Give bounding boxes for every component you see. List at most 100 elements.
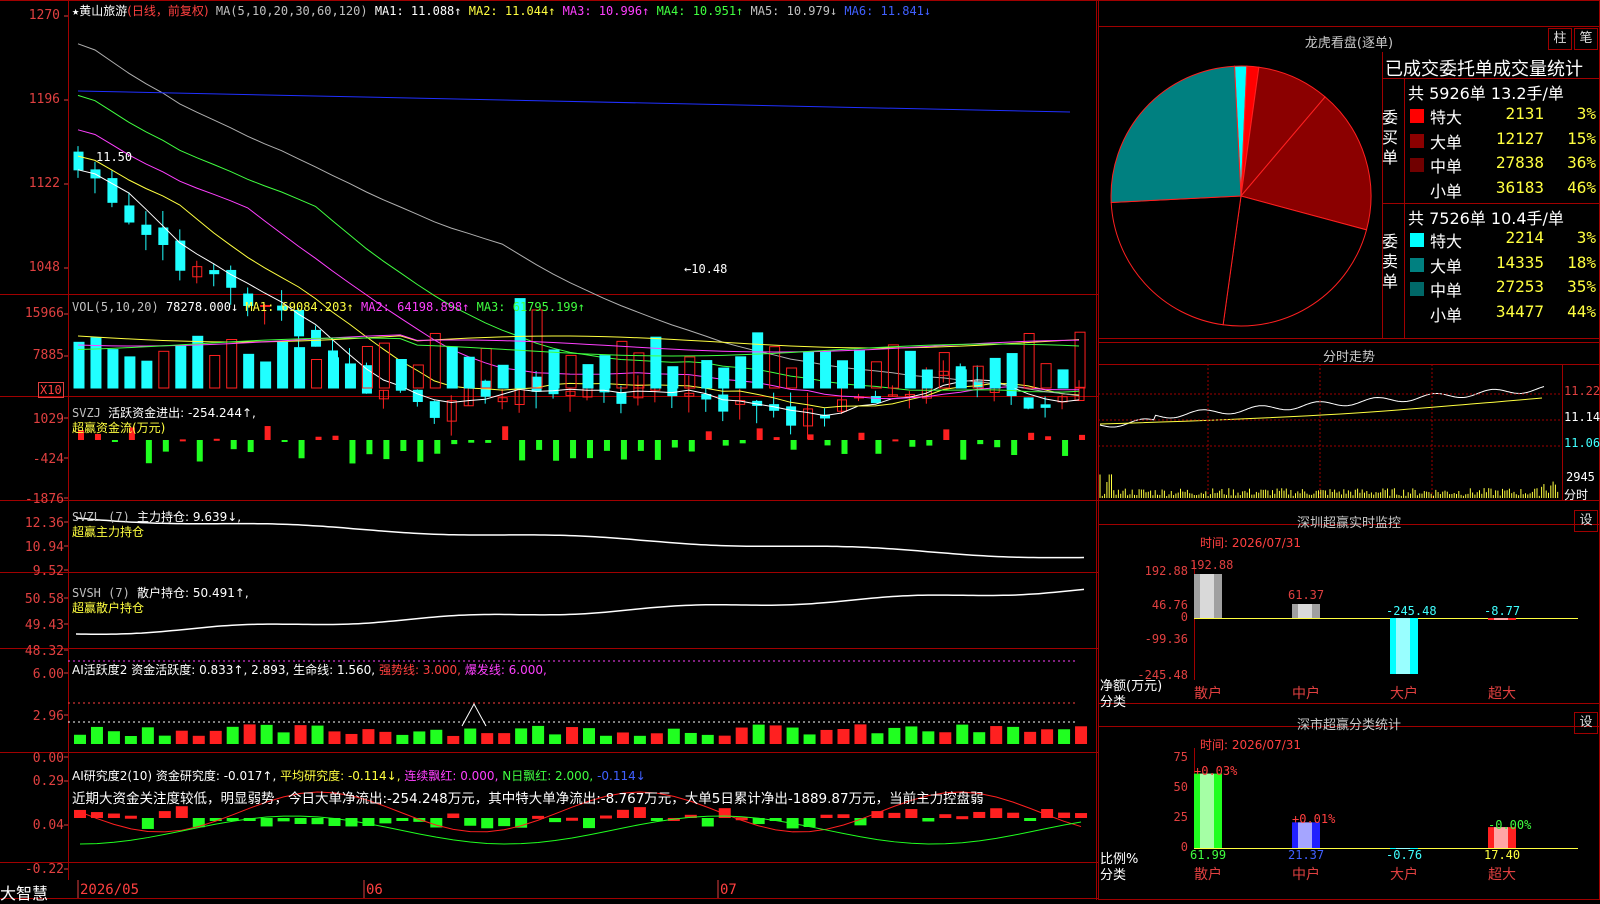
chart-canvas[interactable]	[0, 0, 1098, 900]
sz-monitor-settings-button[interactable]: 设	[1574, 510, 1598, 532]
chart-mode[interactable]: (日线，前复权)	[127, 4, 208, 18]
activity-bar	[74, 734, 86, 744]
date-label-1: 2026/05	[80, 882, 140, 898]
sz-monitor-time: 时间: 2026/07/31	[1200, 536, 1302, 550]
activity-bar	[616, 732, 629, 744]
volume-bar	[870, 361, 882, 389]
order-percent: 3%	[1576, 104, 1596, 123]
fund-flow-bar	[400, 440, 407, 451]
stock-name[interactable]: 黄山旅游	[79, 4, 127, 18]
activity-bar	[141, 727, 154, 744]
activity-bar	[735, 727, 748, 744]
svzl-label: SVZL (7)	[72, 510, 130, 524]
activity-bar	[769, 725, 782, 744]
category-bar-highlight	[1298, 822, 1312, 848]
legend-swatch	[1410, 133, 1424, 148]
fund-flow-bar	[875, 440, 882, 454]
svsh-sub: 超赢散户持仓	[72, 601, 145, 615]
vol-unit-badge[interactable]: X10	[38, 382, 64, 398]
svzl-axis-1: 12.36	[24, 516, 64, 531]
activity-bar	[107, 731, 120, 744]
volume-bar	[718, 367, 730, 389]
legend-swatch	[1410, 233, 1424, 247]
fund-flow-bar	[451, 440, 458, 445]
candle-body	[616, 392, 627, 404]
volume-bar	[226, 339, 238, 389]
activity-bar	[905, 726, 918, 744]
research-bar	[141, 818, 154, 829]
main-chart-area[interactable]: ★黄山旅游(日线，前复权) MA(5,10,20,30,60,120) MA1:…	[0, 0, 1098, 903]
sz-monitor-title: 深圳超赢实时监控	[1296, 516, 1401, 531]
research-bar	[481, 818, 494, 829]
svsh-label: SVSH (7)	[72, 586, 130, 600]
candle-body	[429, 401, 440, 418]
fund-flow-bar	[824, 440, 831, 446]
activity-bar	[922, 731, 935, 744]
ai2-axis-1: 0.29	[32, 774, 64, 789]
order-size-label: 特大	[1430, 108, 1463, 127]
intraday-title[interactable]: 分时走势	[1098, 346, 1600, 365]
activity-bar	[684, 732, 697, 744]
sell-side-label: 委卖单	[1382, 232, 1399, 291]
category-value: 17.40	[1484, 848, 1521, 862]
activity-bar	[549, 734, 562, 744]
fund-flow-bar	[417, 440, 424, 462]
vol-ma-item-2: MA2: 64198.898↑	[353, 300, 470, 314]
activity-bar	[888, 727, 901, 744]
candle-body	[412, 389, 423, 402]
sz-class-settings-button[interactable]: 设	[1574, 712, 1598, 734]
volume-bar	[158, 350, 170, 389]
svsh-axis-2: 49.43	[24, 618, 64, 633]
activity-bar	[328, 731, 341, 744]
order-percent: 18%	[1567, 252, 1596, 272]
research-bar	[379, 818, 392, 824]
pie-slice	[1110, 65, 1242, 204]
bar-view-button[interactable]: 柱	[1548, 28, 1572, 50]
volume-bar	[887, 344, 899, 389]
volume-bar	[701, 360, 713, 389]
date-label-3: 07	[720, 882, 737, 898]
order-percent: 15%	[1567, 128, 1596, 148]
research-bar	[837, 814, 850, 818]
fund-flow-bar	[603, 440, 610, 451]
category-value: 21.37	[1288, 848, 1325, 862]
category-label: 散户	[1194, 867, 1222, 883]
fund-flow-bar	[688, 440, 695, 452]
fund-flow-bar	[1062, 440, 1069, 456]
research-bar	[701, 818, 714, 827]
ma6-line	[77, 90, 1071, 113]
fund-flow-bar	[553, 440, 560, 461]
volume-bar	[616, 340, 628, 389]
vol-header: VOL(5,10,20) 78278.000↓ MA1: 69084.203↑ …	[72, 300, 585, 314]
order-size-label: 中单	[1430, 281, 1463, 300]
volume-bar	[667, 366, 679, 389]
svzj-axis-3: -1876	[24, 492, 64, 507]
fund-flow-bar	[281, 440, 288, 442]
fund-flow-bar	[892, 439, 899, 442]
volume-bar	[260, 361, 272, 389]
research-bar	[922, 818, 935, 822]
brand-logo[interactable]: 大智慧	[0, 880, 48, 904]
activity-bar	[192, 735, 205, 744]
svsh-axis-1: 50.58	[24, 592, 64, 607]
volume-bar	[531, 309, 543, 389]
volume-bar	[243, 353, 255, 389]
candle-body	[718, 394, 729, 412]
order-size-label: 大单	[1430, 132, 1463, 152]
category-value: 61.37	[1288, 588, 1325, 602]
fund-flow-bar	[909, 440, 916, 447]
fund-flow-bar	[145, 440, 152, 464]
activity-bar	[939, 732, 952, 744]
ai1-desc: 资金活跃度: 0.833↑, 2.893, 生命线: 1.560,	[131, 663, 376, 677]
research-bar	[888, 812, 901, 818]
fund-flow-bar	[468, 440, 475, 443]
svzj-desc: 活跃资金进出: -254.244↑,	[108, 406, 256, 420]
fund-flow-bar	[213, 438, 220, 441]
category-label: 大户	[1390, 867, 1418, 883]
fund-flow-bar	[773, 437, 780, 440]
research-bar	[1024, 818, 1037, 821]
research-bar	[905, 809, 918, 818]
tick-view-button[interactable]: 笔	[1574, 28, 1598, 50]
ma-values: MA1: 11.088↑ MA2: 11.044↑ MA3: 10.996↑ M…	[375, 4, 931, 18]
price-axis-3: 1122	[28, 176, 60, 191]
